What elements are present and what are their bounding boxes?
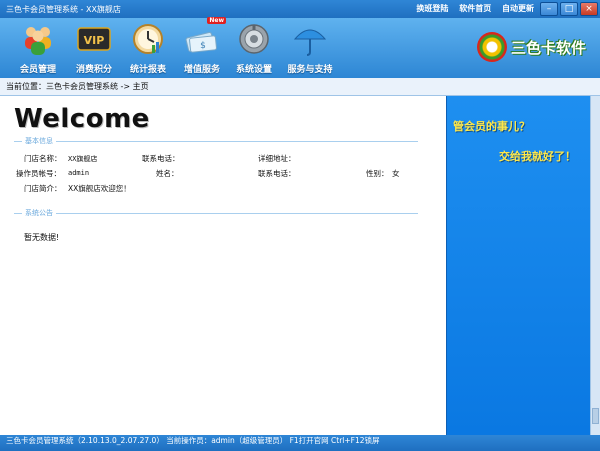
window-title: 三色卡会员管理系统 - XX旗舰店 (6, 5, 121, 14)
section-divider (14, 213, 418, 214)
toolbar-service-support[interactable]: 服务与支持 (282, 21, 338, 75)
title-links: 换班登陆 软件首页 自动更新 (408, 3, 534, 14)
system-notice-section-header: 系统公告 (14, 208, 418, 218)
status-bar: 三色卡会员管理系统（2.10.13.0_2.07.27.0） 当前操作员：adm… (0, 435, 600, 451)
toolbar-consumption-points[interactable]: VIP 消费积分 (66, 21, 122, 75)
svg-text:$: $ (200, 41, 206, 51)
store-name-label: 门店名称： (24, 154, 62, 163)
maximize-button[interactable]: □ (560, 2, 578, 16)
svg-text:VIP: VIP (84, 34, 105, 47)
vertical-scrollbar[interactable] (590, 96, 600, 435)
banner-line-1: 管会员的事儿？ (453, 120, 530, 133)
toolbar-label: 服务与支持 (287, 65, 333, 75)
close-button[interactable]: × (580, 2, 598, 16)
operator-account-label: 操作员帐号： (16, 169, 61, 178)
banner-line-2: 交给我就好了！ (499, 150, 576, 163)
toolbar-value-added-services[interactable]: $ New 增值服务 (174, 17, 230, 75)
system-notice-title: 系统公告 (22, 208, 56, 218)
toolbar-system-settings[interactable]: 系统设置 (226, 21, 282, 75)
main-toolbar: 会员管理 VIP 消费积分 统计报表 $ New 增值服务 系统设置 服务与支持… (0, 17, 600, 78)
toolbar-statistics-report[interactable]: 统计报表 (120, 21, 176, 75)
toolbar-label: 消费积分 (75, 65, 112, 75)
store-name-value: XX旗舰店 (68, 155, 98, 163)
gear-knob-icon (236, 21, 272, 57)
basic-info-title: 基本信息 (22, 136, 56, 146)
toolbar-label: 统计报表 (129, 65, 166, 75)
toolbar-label: 系统设置 (235, 65, 272, 75)
toolbar-label: 增值服务 (183, 65, 220, 75)
title-bar: 三色卡会员管理系统 - XX旗舰店 换班登陆 软件首页 自动更新 – □ × (0, 0, 600, 18)
toolbar-member-management[interactable]: 会员管理 (10, 21, 66, 75)
operator-account-value: admin (68, 169, 90, 177)
brand-logo-text: 三色卡软件 (510, 38, 586, 57)
minimize-button[interactable]: – (540, 2, 558, 16)
address-label: 详细地址： (258, 154, 296, 163)
welcome-heading: Welcome (14, 104, 150, 134)
software-home-link[interactable]: 软件首页 (459, 4, 491, 13)
store-phone-label: 联系电话： (142, 154, 180, 163)
scrollbar-thumb[interactable] (592, 408, 599, 424)
promo-banner: 管会员的事儿？ 交给我就好了！ (446, 96, 590, 435)
main-content: Welcome 基本信息 门店名称： XX旗舰店 联系电话： 详细地址： 操作员… (0, 96, 446, 435)
people-icon (20, 21, 56, 57)
operator-phone-label: 联系电话： (258, 169, 296, 178)
notice-empty-text: 暂无数据! (24, 233, 60, 242)
umbrella-icon (292, 21, 328, 57)
money-bills-icon: $ New (184, 17, 226, 57)
basic-info-section-header: 基本信息 (14, 136, 418, 146)
vip-card-icon: VIP (76, 21, 112, 57)
operator-name-label: 姓名： (156, 169, 179, 178)
auto-update-link[interactable]: 自动更新 (502, 4, 534, 13)
window-controls: – □ × (540, 2, 598, 16)
toolbar-label: 会员管理 (19, 65, 56, 75)
switch-shift-link[interactable]: 换班登陆 (416, 4, 448, 13)
clock-chart-icon (130, 21, 166, 57)
store-intro-label: 门店简介： (24, 184, 62, 193)
new-badge: New (207, 17, 226, 24)
breadcrumb: 当前位置：三色卡会员管理系统 -> 主页 (0, 78, 600, 96)
gender-value: 女 (392, 169, 400, 178)
store-intro-value: XX旗舰店欢迎您！ (68, 184, 131, 193)
brand-logo: 三色卡软件 (476, 32, 586, 62)
gender-label: 性别： (366, 169, 389, 178)
tricolor-logo-icon (476, 32, 507, 62)
section-divider (14, 141, 418, 142)
